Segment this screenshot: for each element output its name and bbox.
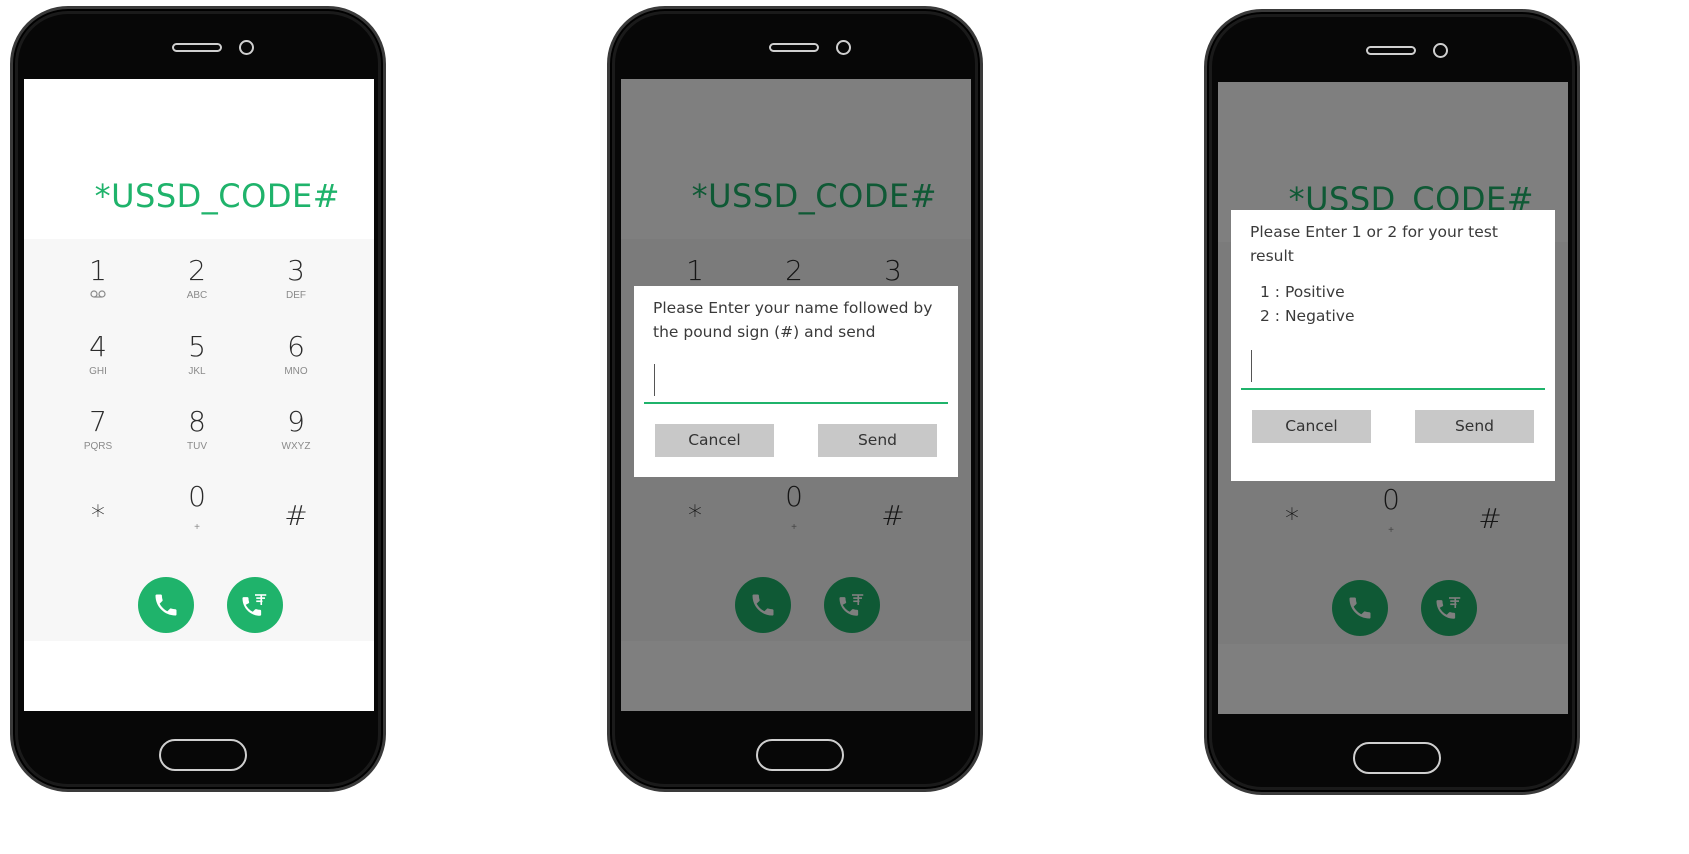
dialog-buttons: Cancel Send — [644, 424, 948, 457]
text-cursor — [1251, 350, 1252, 382]
dial-key-pound[interactable]: # — [256, 500, 336, 564]
voicemail-icon — [58, 289, 138, 303]
earpiece-speaker — [1366, 46, 1416, 55]
dial-key-7[interactable]: 7 PQRS — [58, 406, 138, 470]
dialog-message: Please Enter 1 or 2 for your test result — [1250, 223, 1498, 265]
dial-key-letters: + — [194, 522, 200, 533]
phone-test-result-prompt: *USSD_CODE# 1 2 ABC 3 DEF 4 GHI 5 JKL 6 … — [1204, 9, 1580, 795]
dial-key-0[interactable]: 0 + — [157, 481, 237, 545]
home-button[interactable] — [1353, 742, 1441, 774]
front-camera — [1433, 43, 1448, 58]
dial-key-2[interactable]: 2 ABC — [157, 255, 237, 319]
dial-key-letters: JKL — [188, 366, 206, 377]
ussd-dialog: Please Enter your name followed by the p… — [634, 286, 958, 477]
dialog-input-field[interactable] — [1241, 344, 1545, 390]
dial-key-digit: # — [284, 499, 308, 532]
dial-key-5[interactable]: 5 JKL — [157, 331, 237, 395]
phone-call-icon — [152, 591, 180, 619]
dial-key-letters: ABC — [186, 290, 208, 301]
dialog-buttons: Cancel Send — [1241, 410, 1545, 443]
dial-key-digit: 2 — [188, 254, 206, 287]
dial-key-6[interactable]: 6 MNO — [256, 331, 336, 395]
home-button[interactable] — [756, 739, 844, 771]
message-call-button[interactable] — [227, 577, 283, 633]
dial-key-digit: 4 — [89, 330, 107, 363]
dial-key-letters: TUV — [187, 441, 207, 452]
ussd-dialog: Please Enter 1 or 2 for your test result… — [1231, 210, 1555, 481]
dial-key-digit: 6 — [287, 330, 305, 363]
dial-key-letters: PQRS — [83, 441, 113, 452]
dial-key-4[interactable]: 4 GHI — [58, 331, 138, 395]
option-list: 1 : Positive 2 : Negative — [1241, 280, 1545, 328]
dialed-number: *USSD_CODE# — [94, 177, 340, 215]
dial-key-9[interactable]: 9 WXYZ — [256, 406, 336, 470]
dial-key-digit: * — [91, 499, 105, 532]
dial-key-digit: 7 — [89, 405, 107, 438]
phone-dialer: *USSD_CODE# 1 2 ABC 3 DEF 4 GHI 5 JKL 6 … — [10, 6, 386, 792]
option-item: 1 : Positive — [1260, 283, 1345, 301]
phone-screen: *USSD_CODE# 1 2 ABC 3 DEF 4 GHI 5 JKL 6 … — [24, 79, 374, 711]
front-camera — [239, 40, 254, 55]
dialog-input-field[interactable] — [644, 358, 948, 404]
earpiece-speaker — [172, 43, 222, 52]
dial-key-digit: 0 — [188, 480, 206, 513]
dial-key-digit: 3 — [287, 254, 305, 287]
cancel-button[interactable]: Cancel — [655, 424, 774, 457]
dial-key-3[interactable]: 3 DEF — [256, 255, 336, 319]
dial-key-digit: 8 — [188, 405, 206, 438]
dial-key-digit: 5 — [188, 330, 206, 363]
dialog-message: Please Enter your name followed by the p… — [653, 299, 933, 341]
text-cursor — [654, 364, 655, 396]
front-camera — [836, 40, 851, 55]
cancel-button[interactable]: Cancel — [1252, 410, 1371, 443]
dial-key-letters: MNO — [284, 366, 308, 377]
dial-key-letters: WXYZ — [281, 441, 311, 452]
dial-key-letters: GHI — [89, 366, 107, 377]
dial-key-1[interactable]: 1 — [58, 255, 138, 319]
message-call-icon — [240, 590, 270, 620]
phone-screen: *USSD_CODE# 1 2 ABC 3 DEF 4 GHI 5 JKL 6 … — [1218, 82, 1568, 714]
dial-key-star[interactable]: * — [58, 500, 138, 564]
phone-screen: *USSD_CODE# 1 2 ABC 3 DEF 4 GHI 5 JKL 6 … — [621, 79, 971, 711]
earpiece-speaker — [769, 43, 819, 52]
phone-name-prompt: *USSD_CODE# 1 2 ABC 3 DEF 4 GHI 5 JKL 6 … — [607, 6, 983, 792]
dial-key-letters: DEF — [286, 290, 306, 301]
call-button[interactable] — [138, 577, 194, 633]
dial-key-digit: 1 — [89, 254, 107, 287]
home-button[interactable] — [159, 739, 247, 771]
send-button[interactable]: Send — [1415, 410, 1534, 443]
send-button[interactable]: Send — [818, 424, 937, 457]
dial-key-8[interactable]: 8 TUV — [157, 406, 237, 470]
dial-key-digit: 9 — [287, 405, 305, 438]
option-item: 2 : Negative — [1260, 307, 1355, 325]
